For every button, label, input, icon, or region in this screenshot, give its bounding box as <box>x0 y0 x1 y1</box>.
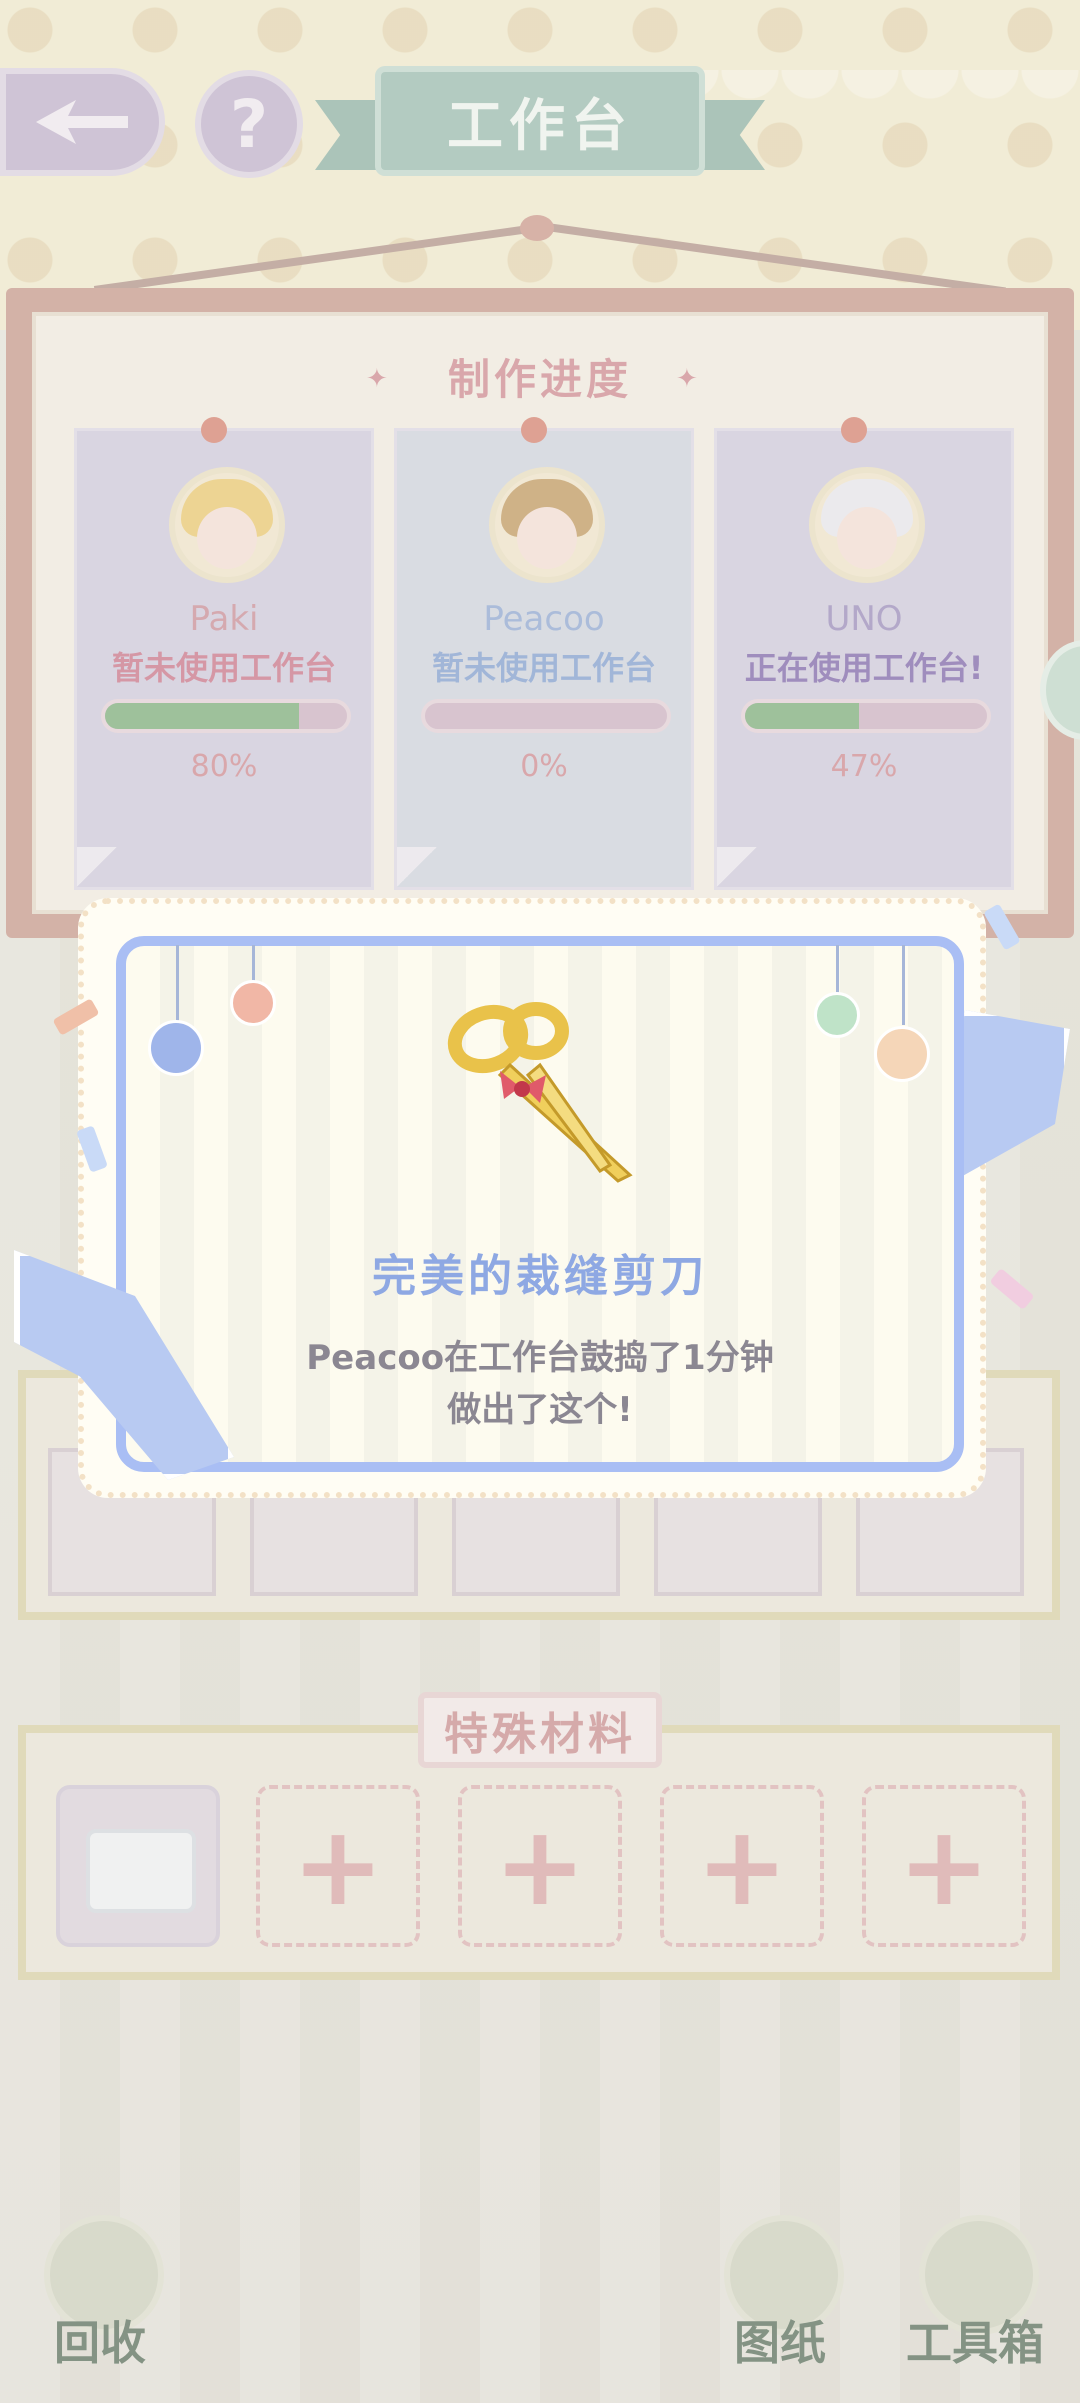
ornament-icon <box>814 992 860 1038</box>
item-name: 完美的裁缝剪刀 <box>372 1251 708 1302</box>
ornament-icon <box>148 1020 204 1076</box>
ornament-icon <box>230 980 276 1026</box>
item-description-line1: Peacoo在工作台鼓捣了1分钟 <box>306 1338 774 1378</box>
item-description-line2: 做出了这个! <box>447 1390 633 1430</box>
golden-scissors-with-bow-icon <box>447 1002 633 1183</box>
ornament-icon <box>874 1026 930 1082</box>
